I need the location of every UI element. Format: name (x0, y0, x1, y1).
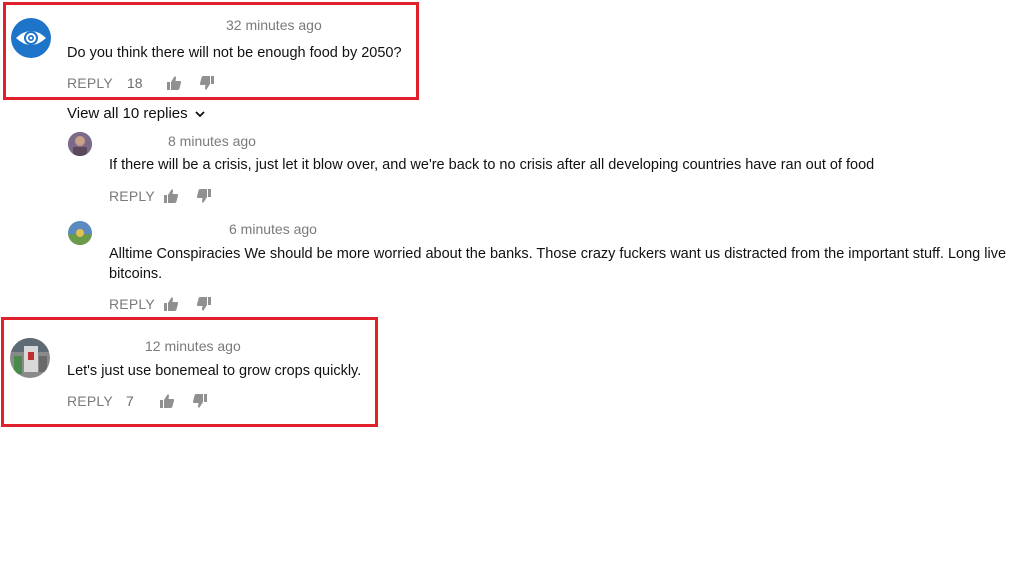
like-count: 7 (126, 393, 134, 409)
thumbs-down-icon[interactable] (199, 75, 215, 91)
user-avatar-icon (68, 132, 92, 156)
thumbs-down-icon[interactable] (196, 188, 212, 204)
thumbs-up-icon[interactable] (159, 393, 175, 409)
comment-text: Do you think there will not be enough fo… (67, 45, 402, 61)
comment-text: Let's just use bonemeal to grow crops qu… (67, 363, 362, 379)
thumbs-up-icon[interactable] (166, 75, 182, 91)
like-count: 18 (127, 75, 143, 91)
avatar[interactable] (68, 132, 92, 156)
reply-text: If there will be a crisis, just let it b… (109, 157, 875, 173)
avatar[interactable] (68, 221, 92, 245)
avatar[interactable] (11, 18, 51, 58)
reply-timestamp[interactable]: 8 minutes ago (168, 133, 256, 149)
globe-avatar-icon (68, 221, 92, 245)
reply-timestamp[interactable]: 6 minutes ago (229, 221, 317, 237)
thumbs-down-icon[interactable] (196, 296, 212, 312)
thumbs-up-icon[interactable] (163, 296, 179, 312)
reply-button[interactable]: REPLY (109, 188, 155, 204)
reply-button[interactable]: REPLY (67, 393, 113, 409)
view-all-replies-button[interactable]: View all 10 replies (67, 105, 206, 122)
reply-text: Alltime Conspiracies We should be more w… (109, 246, 1007, 282)
reply-button[interactable]: REPLY (109, 296, 155, 312)
reply-button[interactable]: REPLY (67, 75, 113, 91)
avatar[interactable] (10, 338, 50, 378)
view-all-replies-label: View all 10 replies (67, 105, 188, 122)
chevron-down-icon (195, 111, 205, 118)
comment-timestamp[interactable]: 32 minutes ago (226, 17, 322, 33)
comment-timestamp[interactable]: 12 minutes ago (145, 338, 241, 354)
eye-avatar-icon (16, 31, 46, 45)
user-avatar-icon (10, 338, 50, 378)
thumbs-up-icon[interactable] (163, 188, 179, 204)
thumbs-down-icon[interactable] (192, 393, 208, 409)
